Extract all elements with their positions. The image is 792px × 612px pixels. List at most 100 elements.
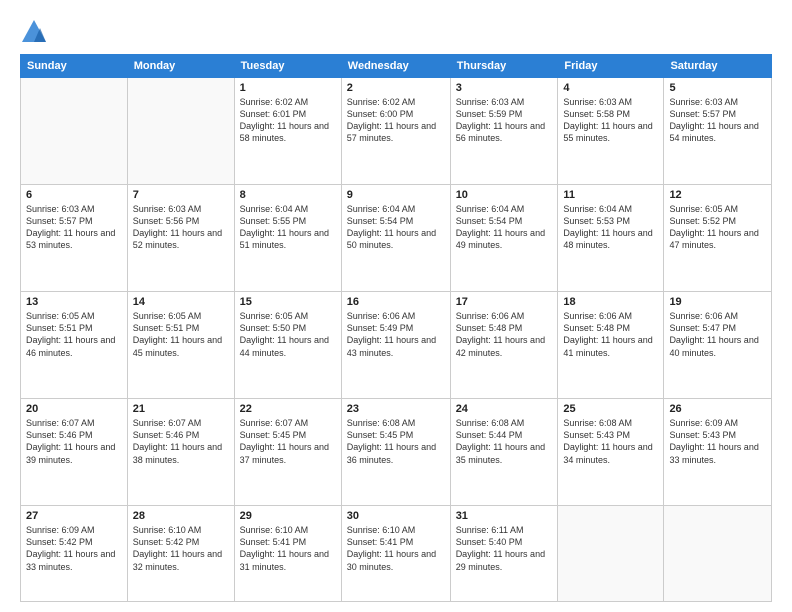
day-info: Sunrise: 6:05 AM Sunset: 5:50 PM Dayligh… — [240, 310, 336, 359]
day-number: 9 — [347, 189, 445, 201]
calendar-cell: 21 Sunrise: 6:07 AM Sunset: 5:46 PM Dayli… — [127, 399, 234, 506]
day-info: Sunrise: 6:04 AM Sunset: 5:54 PM Dayligh… — [347, 203, 445, 252]
day-info: Sunrise: 6:02 AM Sunset: 6:00 PM Dayligh… — [347, 96, 445, 145]
calendar-cell: 29 Sunrise: 6:10 AM Sunset: 5:41 PM Dayli… — [234, 506, 341, 602]
day-number: 23 — [347, 403, 445, 415]
calendar-cell: 5Sunrise: 6:03 AM Sunset: 5:57 PM Daylig… — [664, 78, 772, 185]
day-info: Sunrise: 6:05 AM Sunset: 5:52 PM Dayligh… — [669, 203, 766, 252]
day-number: 1 — [240, 82, 336, 94]
day-number: 6 — [26, 189, 122, 201]
calendar-table: SundayMondayTuesdayWednesdayThursdayFrid… — [20, 54, 772, 602]
calendar-cell: 15 Sunrise: 6:05 AM Sunset: 5:50 PM Dayli… — [234, 292, 341, 399]
calendar-cell: 11 Sunrise: 6:04 AM Sunset: 5:53 PM Dayli… — [558, 185, 664, 292]
calendar-cell: 24Sunrise: 6:08 AM Sunset: 5:44 PM Dayli… — [450, 399, 558, 506]
calendar-cell — [558, 506, 664, 602]
day-number: 3 — [456, 82, 553, 94]
calendar-cell: 14 Sunrise: 6:05 AM Sunset: 5:51 PM Dayli… — [127, 292, 234, 399]
calendar-cell: 28 Sunrise: 6:10 AM Sunset: 5:42 PM Dayli… — [127, 506, 234, 602]
day-number: 21 — [133, 403, 229, 415]
calendar-cell: 25 Sunrise: 6:08 AM Sunset: 5:43 PM Dayli… — [558, 399, 664, 506]
day-info: Sunrise: 6:09 AM Sunset: 5:42 PM Dayligh… — [26, 524, 122, 573]
day-number: 15 — [240, 296, 336, 308]
calendar-cell: 12Sunrise: 6:05 AM Sunset: 5:52 PM Dayli… — [664, 185, 772, 292]
calendar-header-row: SundayMondayTuesdayWednesdayThursdayFrid… — [21, 55, 772, 78]
calendar-week-3: 13 Sunrise: 6:05 AM Sunset: 5:51 PM Dayli… — [21, 292, 772, 399]
calendar-cell: 17 Sunrise: 6:06 AM Sunset: 5:48 PM Dayli… — [450, 292, 558, 399]
day-number: 10 — [456, 189, 553, 201]
day-number: 29 — [240, 510, 336, 522]
day-number: 16 — [347, 296, 445, 308]
day-number: 30 — [347, 510, 445, 522]
day-info: Sunrise: 6:07 AM Sunset: 5:46 PM Dayligh… — [133, 417, 229, 466]
logo — [20, 18, 52, 46]
day-info: Sunrise: 6:07 AM Sunset: 5:45 PM Dayligh… — [240, 417, 336, 466]
day-number: 24 — [456, 403, 553, 415]
calendar-week-5: 27 Sunrise: 6:09 AM Sunset: 5:42 PM Dayli… — [21, 506, 772, 602]
day-number: 4 — [563, 82, 658, 94]
day-number: 18 — [563, 296, 658, 308]
calendar-cell: 20 Sunrise: 6:07 AM Sunset: 5:46 PM Dayli… — [21, 399, 128, 506]
day-number: 11 — [563, 189, 658, 201]
day-number: 31 — [456, 510, 553, 522]
calendar-cell: 7 Sunrise: 6:03 AM Sunset: 5:56 PM Daylig… — [127, 185, 234, 292]
calendar-cell: 23Sunrise: 6:08 AM Sunset: 5:45 PM Dayli… — [341, 399, 450, 506]
calendar-header-monday: Monday — [127, 55, 234, 78]
day-info: Sunrise: 6:11 AM Sunset: 5:40 PM Dayligh… — [456, 524, 553, 573]
calendar-header-saturday: Saturday — [664, 55, 772, 78]
day-info: Sunrise: 6:05 AM Sunset: 5:51 PM Dayligh… — [26, 310, 122, 359]
calendar-cell — [664, 506, 772, 602]
day-number: 19 — [669, 296, 766, 308]
day-info: Sunrise: 6:06 AM Sunset: 5:49 PM Dayligh… — [347, 310, 445, 359]
calendar-week-4: 20 Sunrise: 6:07 AM Sunset: 5:46 PM Dayli… — [21, 399, 772, 506]
calendar-cell: 6 Sunrise: 6:03 AM Sunset: 5:57 PM Daylig… — [21, 185, 128, 292]
day-number: 28 — [133, 510, 229, 522]
day-number: 2 — [347, 82, 445, 94]
day-info: Sunrise: 6:10 AM Sunset: 5:42 PM Dayligh… — [133, 524, 229, 573]
day-info: Sunrise: 6:06 AM Sunset: 5:47 PM Dayligh… — [669, 310, 766, 359]
day-info: Sunrise: 6:08 AM Sunset: 5:43 PM Dayligh… — [563, 417, 658, 466]
calendar-header-tuesday: Tuesday — [234, 55, 341, 78]
page: SundayMondayTuesdayWednesdayThursdayFrid… — [0, 0, 792, 612]
day-info: Sunrise: 6:03 AM Sunset: 5:57 PM Dayligh… — [26, 203, 122, 252]
day-info: Sunrise: 6:05 AM Sunset: 5:51 PM Dayligh… — [133, 310, 229, 359]
calendar-header-wednesday: Wednesday — [341, 55, 450, 78]
calendar-cell: 22Sunrise: 6:07 AM Sunset: 5:45 PM Dayli… — [234, 399, 341, 506]
logo-icon — [20, 18, 48, 46]
day-number: 8 — [240, 189, 336, 201]
calendar-cell: 13 Sunrise: 6:05 AM Sunset: 5:51 PM Dayli… — [21, 292, 128, 399]
day-info: Sunrise: 6:06 AM Sunset: 5:48 PM Dayligh… — [456, 310, 553, 359]
day-info: Sunrise: 6:03 AM Sunset: 5:58 PM Dayligh… — [563, 96, 658, 145]
calendar-cell: 1 Sunrise: 6:02 AM Sunset: 6:01 PM Daylig… — [234, 78, 341, 185]
calendar-cell: 8 Sunrise: 6:04 AM Sunset: 5:55 PM Daylig… — [234, 185, 341, 292]
day-info: Sunrise: 6:03 AM Sunset: 5:59 PM Dayligh… — [456, 96, 553, 145]
day-number: 14 — [133, 296, 229, 308]
calendar-cell: 16 Sunrise: 6:06 AM Sunset: 5:49 PM Dayli… — [341, 292, 450, 399]
day-number: 20 — [26, 403, 122, 415]
day-info: Sunrise: 6:02 AM Sunset: 6:01 PM Dayligh… — [240, 96, 336, 145]
day-info: Sunrise: 6:09 AM Sunset: 5:43 PM Dayligh… — [669, 417, 766, 466]
day-info: Sunrise: 6:04 AM Sunset: 5:53 PM Dayligh… — [563, 203, 658, 252]
day-info: Sunrise: 6:06 AM Sunset: 5:48 PM Dayligh… — [563, 310, 658, 359]
day-info: Sunrise: 6:10 AM Sunset: 5:41 PM Dayligh… — [240, 524, 336, 573]
day-info: Sunrise: 6:03 AM Sunset: 5:56 PM Dayligh… — [133, 203, 229, 252]
calendar-cell — [21, 78, 128, 185]
calendar-cell: 3 Sunrise: 6:03 AM Sunset: 5:59 PM Daylig… — [450, 78, 558, 185]
day-number: 13 — [26, 296, 122, 308]
calendar-header-thursday: Thursday — [450, 55, 558, 78]
day-number: 25 — [563, 403, 658, 415]
day-info: Sunrise: 6:03 AM Sunset: 5:57 PM Dayligh… — [669, 96, 766, 145]
calendar-cell: 18 Sunrise: 6:06 AM Sunset: 5:48 PM Dayli… — [558, 292, 664, 399]
day-number: 7 — [133, 189, 229, 201]
day-info: Sunrise: 6:10 AM Sunset: 5:41 PM Dayligh… — [347, 524, 445, 573]
calendar-cell: 4 Sunrise: 6:03 AM Sunset: 5:58 PM Daylig… — [558, 78, 664, 185]
day-number: 27 — [26, 510, 122, 522]
day-info: Sunrise: 6:07 AM Sunset: 5:46 PM Dayligh… — [26, 417, 122, 466]
calendar-cell: 26Sunrise: 6:09 AM Sunset: 5:43 PM Dayli… — [664, 399, 772, 506]
calendar-header-sunday: Sunday — [21, 55, 128, 78]
calendar-cell: 10Sunrise: 6:04 AM Sunset: 5:54 PM Dayli… — [450, 185, 558, 292]
calendar-cell: 19 Sunrise: 6:06 AM Sunset: 5:47 PM Dayli… — [664, 292, 772, 399]
calendar-week-1: 1 Sunrise: 6:02 AM Sunset: 6:01 PM Daylig… — [21, 78, 772, 185]
calendar-week-2: 6 Sunrise: 6:03 AM Sunset: 5:57 PM Daylig… — [21, 185, 772, 292]
day-number: 17 — [456, 296, 553, 308]
day-info: Sunrise: 6:04 AM Sunset: 5:55 PM Dayligh… — [240, 203, 336, 252]
